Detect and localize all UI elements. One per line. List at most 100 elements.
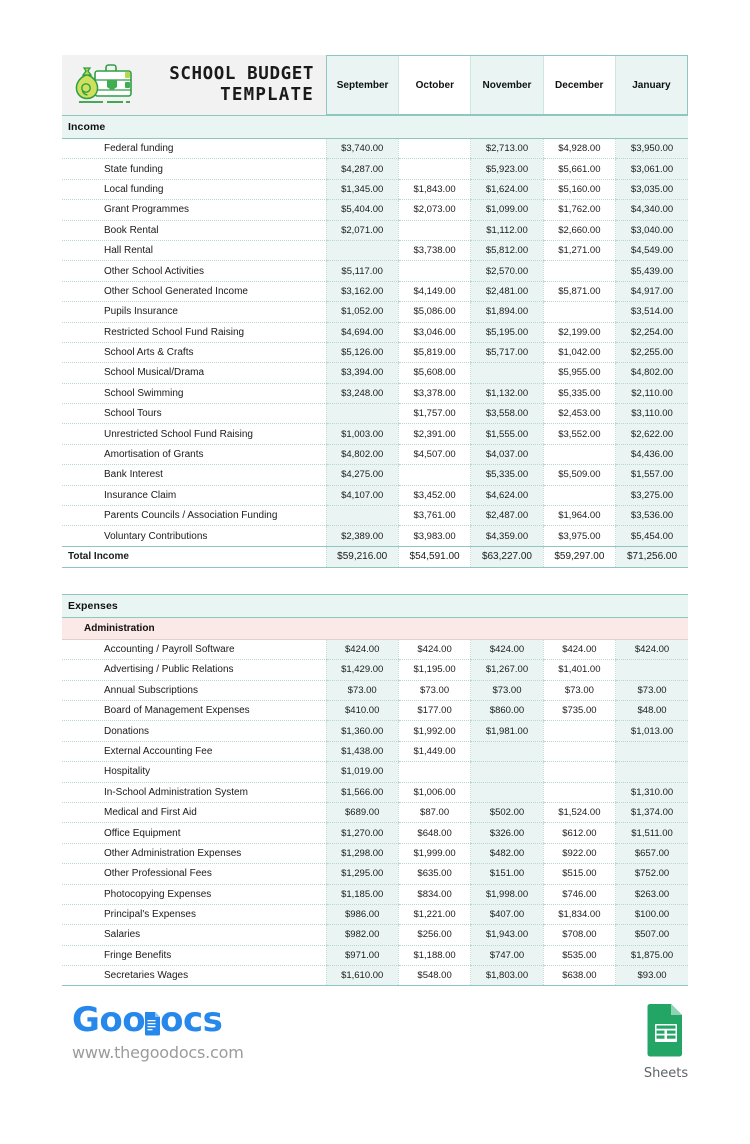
row-annual-subscriptions-september[interactable]: $73.00	[325, 680, 399, 701]
row-state-funding-january[interactable]: $3,061.00	[615, 158, 689, 180]
row-in-school-administration-system-december[interactable]	[542, 782, 616, 803]
row-federal-funding-september[interactable]: $3,740.00	[325, 137, 399, 160]
row-amortisation-of-grants-january[interactable]: $4,436.00	[615, 444, 689, 466]
row-accounting-payroll-software-december[interactable]: $424.00	[542, 638, 616, 661]
row-in-school-administration-system-september[interactable]: $1,566.00	[325, 782, 399, 803]
row-office-equipment-december[interactable]: $612.00	[542, 822, 616, 844]
row-medical-and-first-aid-january[interactable]: $1,374.00	[615, 802, 689, 824]
row-donations-december[interactable]	[542, 720, 616, 742]
total-total-income-october[interactable]: $54,591.00	[397, 545, 471, 568]
row-advertising-public-relations-december[interactable]: $1,401.00	[542, 659, 616, 681]
row-other-school-activities-september[interactable]: $5,117.00	[325, 260, 399, 282]
row-book-rental-november[interactable]: $1,112.00	[470, 220, 544, 241]
row-grant-programmes-september[interactable]: $5,404.00	[325, 199, 399, 221]
row-hall-rental-november[interactable]: $5,812.00	[470, 240, 544, 262]
row-parents-councils-association-funding-november[interactable]: $2,487.00	[470, 505, 544, 527]
row-federal-funding-january[interactable]: $3,950.00	[615, 137, 689, 160]
row-donations-september[interactable]: $1,360.00	[325, 720, 399, 742]
row-bank-interest-september[interactable]: $4,275.00	[325, 464, 399, 486]
row-school-tours-december[interactable]: $2,453.00	[542, 403, 616, 425]
row-principal-s-expenses-december[interactable]: $1,834.00	[542, 904, 616, 926]
row-in-school-administration-system-january[interactable]: $1,310.00	[615, 782, 689, 803]
total-total-income-january[interactable]: $71,256.00	[615, 545, 689, 568]
row-accounting-payroll-software-november[interactable]: $424.00	[470, 638, 544, 661]
row-advertising-public-relations-january[interactable]	[615, 659, 689, 681]
row-amortisation-of-grants-november[interactable]: $4,037.00	[470, 444, 544, 466]
row-in-school-administration-system-november[interactable]	[470, 782, 544, 803]
row-board-of-management-expenses-january[interactable]: $48.00	[615, 700, 689, 722]
row-hall-rental-december[interactable]: $1,271.00	[542, 240, 616, 262]
row-secretaries-wages-november[interactable]: $1,803.00	[470, 965, 544, 987]
row-school-swimming-december[interactable]: $5,335.00	[542, 383, 616, 405]
row-insurance-claim-october[interactable]: $3,452.00	[397, 485, 471, 507]
row-fringe-benefits-october[interactable]: $1,188.00	[397, 945, 471, 967]
row-state-funding-september[interactable]: $4,287.00	[325, 158, 399, 180]
row-local-funding-december[interactable]: $5,160.00	[542, 179, 616, 201]
row-grant-programmes-january[interactable]: $4,340.00	[615, 199, 689, 221]
row-school-tours-november[interactable]: $3,558.00	[470, 403, 544, 425]
row-secretaries-wages-december[interactable]: $638.00	[542, 965, 616, 987]
row-board-of-management-expenses-november[interactable]: $860.00	[470, 700, 544, 722]
row-unrestricted-school-fund-raising-december[interactable]: $3,552.00	[542, 423, 616, 445]
row-board-of-management-expenses-october[interactable]: $177.00	[397, 700, 471, 722]
row-other-school-activities-november[interactable]: $2,570.00	[470, 260, 544, 282]
row-restricted-school-fund-raising-december[interactable]: $2,199.00	[542, 322, 616, 343]
row-office-equipment-january[interactable]: $1,511.00	[615, 822, 689, 844]
row-school-arts-crafts-october[interactable]: $5,819.00	[397, 342, 471, 364]
row-principal-s-expenses-september[interactable]: $986.00	[325, 904, 399, 926]
row-insurance-claim-january[interactable]: $3,275.00	[615, 485, 689, 507]
row-other-school-activities-december[interactable]	[542, 260, 616, 282]
row-insurance-claim-december[interactable]	[542, 485, 616, 507]
row-photocopying-expenses-january[interactable]: $263.00	[615, 884, 689, 905]
row-local-funding-september[interactable]: $1,345.00	[325, 179, 399, 201]
row-medical-and-first-aid-december[interactable]: $1,524.00	[542, 802, 616, 824]
row-other-professional-fees-september[interactable]: $1,295.00	[325, 863, 399, 885]
row-medical-and-first-aid-november[interactable]: $502.00	[470, 802, 544, 824]
row-medical-and-first-aid-october[interactable]: $87.00	[397, 802, 471, 824]
row-board-of-management-expenses-december[interactable]: $735.00	[542, 700, 616, 722]
row-school-musical-drama-october[interactable]: $5,608.00	[397, 362, 471, 384]
row-other-administration-expenses-september[interactable]: $1,298.00	[325, 843, 399, 865]
row-fringe-benefits-december[interactable]: $535.00	[542, 945, 616, 967]
row-other-school-generated-income-november[interactable]: $2,481.00	[470, 281, 544, 303]
row-federal-funding-november[interactable]: $2,713.00	[470, 137, 544, 160]
row-other-professional-fees-october[interactable]: $635.00	[397, 863, 471, 885]
row-donations-november[interactable]: $1,981.00	[470, 720, 544, 742]
row-pupils-insurance-september[interactable]: $1,052.00	[325, 301, 399, 323]
row-bank-interest-december[interactable]: $5,509.00	[542, 464, 616, 486]
row-hospitality-september[interactable]: $1,019.00	[325, 761, 399, 783]
row-office-equipment-november[interactable]: $326.00	[470, 822, 544, 844]
row-grant-programmes-november[interactable]: $1,099.00	[470, 199, 544, 221]
row-bank-interest-october[interactable]	[397, 464, 471, 486]
row-external-accounting-fee-october[interactable]: $1,449.00	[397, 741, 471, 763]
row-unrestricted-school-fund-raising-october[interactable]: $2,391.00	[397, 423, 471, 445]
row-voluntary-contributions-january[interactable]: $5,454.00	[615, 525, 689, 547]
row-grant-programmes-october[interactable]: $2,073.00	[397, 199, 471, 221]
row-school-tours-october[interactable]: $1,757.00	[397, 403, 471, 425]
row-other-school-activities-january[interactable]: $5,439.00	[615, 260, 689, 282]
row-amortisation-of-grants-september[interactable]: $4,802.00	[325, 444, 399, 466]
row-annual-subscriptions-october[interactable]: $73.00	[397, 680, 471, 701]
row-board-of-management-expenses-september[interactable]: $410.00	[325, 700, 399, 722]
row-salaries-october[interactable]: $256.00	[397, 924, 471, 946]
row-external-accounting-fee-january[interactable]	[615, 741, 689, 763]
row-grant-programmes-december[interactable]: $1,762.00	[542, 199, 616, 221]
row-accounting-payroll-software-september[interactable]: $424.00	[325, 638, 399, 661]
row-external-accounting-fee-september[interactable]: $1,438.00	[325, 741, 399, 763]
row-fringe-benefits-january[interactable]: $1,875.00	[615, 945, 689, 967]
row-school-swimming-january[interactable]: $2,110.00	[615, 383, 689, 405]
row-accounting-payroll-software-october[interactable]: $424.00	[397, 638, 471, 661]
row-other-administration-expenses-january[interactable]: $657.00	[615, 843, 689, 865]
row-restricted-school-fund-raising-september[interactable]: $4,694.00	[325, 322, 399, 343]
row-restricted-school-fund-raising-january[interactable]: $2,254.00	[615, 322, 689, 343]
row-unrestricted-school-fund-raising-november[interactable]: $1,555.00	[470, 423, 544, 445]
row-donations-january[interactable]: $1,013.00	[615, 720, 689, 742]
row-other-administration-expenses-december[interactable]: $922.00	[542, 843, 616, 865]
row-voluntary-contributions-december[interactable]: $3,975.00	[542, 525, 616, 547]
row-book-rental-december[interactable]: $2,660.00	[542, 220, 616, 241]
row-pupils-insurance-december[interactable]	[542, 301, 616, 323]
row-principal-s-expenses-october[interactable]: $1,221.00	[397, 904, 471, 926]
row-pupils-insurance-november[interactable]: $1,894.00	[470, 301, 544, 323]
row-school-arts-crafts-september[interactable]: $5,126.00	[325, 342, 399, 364]
row-unrestricted-school-fund-raising-september[interactable]: $1,003.00	[325, 423, 399, 445]
